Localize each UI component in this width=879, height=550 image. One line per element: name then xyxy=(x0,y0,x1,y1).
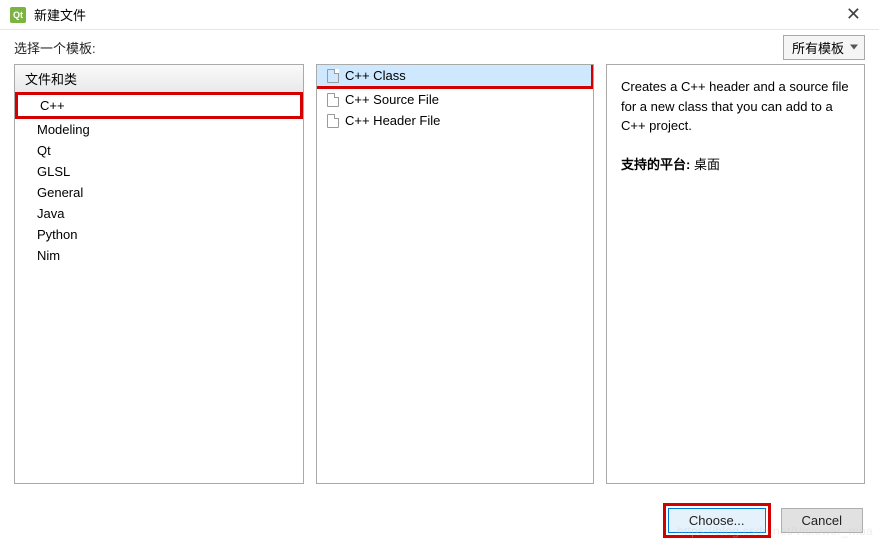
category-item-cpp[interactable]: C++ xyxy=(18,95,294,116)
platform-value: 桌面 xyxy=(694,157,720,172)
prompt-label: 选择一个模板: xyxy=(14,38,96,57)
category-item-label: Modeling xyxy=(37,122,90,137)
category-item-label: Python xyxy=(37,227,77,242)
app-icon: Qt xyxy=(10,7,26,23)
category-item-qt[interactable]: Qt xyxy=(15,140,303,161)
description-panel: Creates a C++ header and a source file f… xyxy=(606,64,865,484)
template-item-label: C++ Class xyxy=(345,68,406,83)
category-header: 文件和类 xyxy=(15,65,303,93)
window-title: 新建文件 xyxy=(34,5,86,24)
category-item-java[interactable]: Java xyxy=(15,203,303,224)
platform-label: 支持的平台: xyxy=(621,157,690,172)
template-filter-value: 所有模板 xyxy=(792,41,844,56)
file-icon xyxy=(327,114,339,128)
template-item-label: C++ Source File xyxy=(345,92,439,107)
category-item-label: General xyxy=(37,185,83,200)
category-item-label: Nim xyxy=(37,248,60,263)
category-item-label: C++ xyxy=(40,98,65,113)
title-bar: Qt 新建文件 ✕ xyxy=(0,0,879,30)
template-list: C++ Class C++ Source File C++ Header Fil… xyxy=(316,64,594,484)
category-item-label: GLSL xyxy=(37,164,70,179)
category-item-label: Qt xyxy=(37,143,51,158)
template-item-label: C++ Header File xyxy=(345,113,440,128)
category-item-modeling[interactable]: Modeling xyxy=(15,119,303,140)
category-list: 文件和类 C++ Modeling Qt GLSL General Java P… xyxy=(14,64,304,484)
columns: 文件和类 C++ Modeling Qt GLSL General Java P… xyxy=(0,64,879,494)
chevron-down-icon xyxy=(850,45,858,50)
category-item-python[interactable]: Python xyxy=(15,224,303,245)
cancel-button[interactable]: Cancel xyxy=(781,508,863,533)
category-item-glsl[interactable]: GLSL xyxy=(15,161,303,182)
template-filter-dropdown[interactable]: 所有模板 xyxy=(783,35,865,60)
category-item-nim[interactable]: Nim xyxy=(15,245,303,266)
category-item-label: Java xyxy=(37,206,64,221)
file-icon xyxy=(327,93,339,107)
template-item-cpp-class[interactable]: C++ Class xyxy=(317,65,591,86)
template-item-cpp-source[interactable]: C++ Source File xyxy=(317,89,593,110)
category-item-general[interactable]: General xyxy=(15,182,303,203)
choose-button[interactable]: Choose... xyxy=(668,508,766,533)
button-row: Choose... Cancel xyxy=(663,503,863,538)
file-icon xyxy=(327,69,339,83)
close-icon[interactable]: ✕ xyxy=(838,2,869,27)
description-text: Creates a C++ header and a source file f… xyxy=(621,77,850,136)
template-item-cpp-header[interactable]: C++ Header File xyxy=(317,110,593,131)
topbar: 选择一个模板: 所有模板 xyxy=(0,30,879,64)
